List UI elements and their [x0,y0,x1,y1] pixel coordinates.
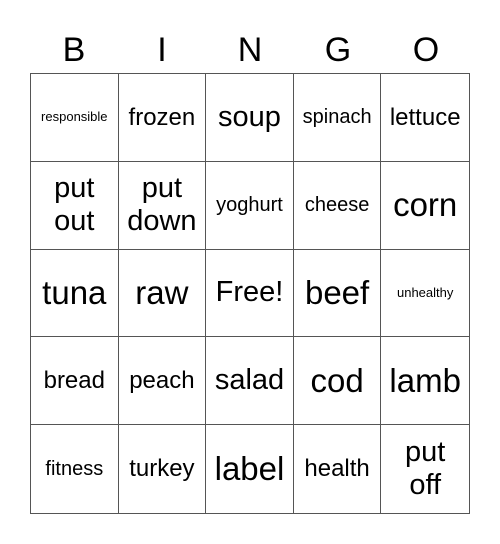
bingo-cell: health [294,425,382,513]
header-letter-g: G [324,31,352,69]
bingo-cell: put off [405,435,446,502]
bingo-cell: unhealthy [381,250,469,338]
bingo-cell: tuna [31,249,119,338]
bingo-cell: soup [206,74,294,162]
bingo-cell: corn [381,162,469,250]
header-letter-i: I [157,31,167,69]
bingo-cell: turkey [119,425,207,513]
header-letter-o: O [412,31,440,69]
bingo-cell: yoghurt [206,161,294,250]
bingo-cell: fitness [31,425,119,513]
bingo-cell: bread [31,337,119,426]
bingo-cell: beef [293,249,382,338]
bingo-header: B I N G O [30,28,470,72]
bingo-cell: raw [118,249,207,338]
bingo-cell: put out [31,161,119,250]
bingo-cell: spinach [293,74,382,162]
bingo-cell: lettuce [381,74,469,162]
bingo-cell: lamb [381,337,469,426]
free-space-cell: Free! [206,249,294,338]
bingo-cell: label [206,425,294,513]
bingo-card: responsible frozen soup spinach lettuce put ou… [30,73,470,514]
header-letter-n: N [237,31,263,69]
bingo-cell: responsible [31,74,119,162]
bingo-cell: peach [118,337,207,426]
header-letter-b: B [62,31,86,69]
bingo-cell: frozen [118,74,207,162]
bingo-cell: cod [293,337,382,426]
bingo-cell: cheese [293,161,382,250]
bingo-cell: put down [118,161,207,250]
bingo-cell: salad [206,337,294,426]
